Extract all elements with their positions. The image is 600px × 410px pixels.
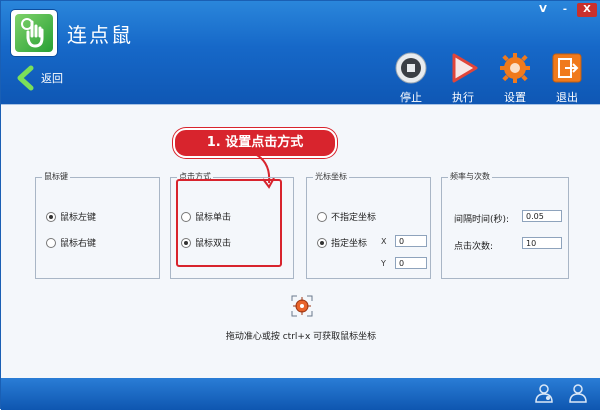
radio-left-button[interactable]: 鼠标左键 xyxy=(46,210,96,223)
main-panel: 1. 设置点击方式 鼠标键 鼠标左键 鼠标右键 点击方式 鼠标单击 鼠标双击 光… xyxy=(1,104,600,379)
radio-icon xyxy=(317,237,327,248)
footer-bar xyxy=(1,378,600,410)
header-bar: 连点鼠 V - X 返回 停止 执行 设置 退出 xyxy=(1,1,600,104)
frequency-group: 频率与次数 间隔时间(秒): 0.05 点击次数: 10 xyxy=(441,171,569,279)
hint-text: 拖动准心或按 ctrl+x 可获取鼠标坐标 xyxy=(225,332,377,342)
toolbar: 停止 执行 设置 退出 xyxy=(385,51,593,105)
back-arrow-icon xyxy=(17,65,34,91)
run-label: 执行 xyxy=(452,91,474,104)
count-label: 点击次数: xyxy=(454,242,494,252)
group-title: 鼠标键 xyxy=(42,171,70,182)
app-logo xyxy=(11,10,57,56)
play-icon xyxy=(446,51,480,85)
settings-label: 设置 xyxy=(504,91,526,104)
radio-right-button[interactable]: 鼠标右键 xyxy=(46,236,96,249)
annotation-highlight-box xyxy=(176,179,282,267)
exit-label: 退出 xyxy=(556,91,578,104)
cursor-coords-group: 光标坐标 不指定坐标 指定坐标 X 0 Y 0 xyxy=(306,171,431,279)
back-button[interactable]: 返回 xyxy=(15,65,63,91)
chevron-down-button[interactable]: V xyxy=(533,3,553,17)
back-label: 返回 xyxy=(41,72,63,85)
exit-button[interactable]: 退出 xyxy=(541,51,593,105)
radio-set-coords[interactable]: 指定坐标 xyxy=(317,236,367,249)
minimize-button[interactable]: - xyxy=(555,3,575,17)
crosshair-icon[interactable] xyxy=(291,295,313,317)
exit-icon xyxy=(550,51,584,85)
settings-button[interactable]: 设置 xyxy=(489,51,541,105)
radio-label: 鼠标左键 xyxy=(60,213,97,223)
mouse-button-group: 鼠标键 鼠标左键 鼠标右键 xyxy=(35,171,160,279)
group-title: 光标坐标 xyxy=(313,171,349,182)
y-coord-input[interactable]: 0 xyxy=(395,257,427,269)
stop-button[interactable]: 停止 xyxy=(385,51,437,105)
radio-icon xyxy=(317,211,327,222)
x-coord-input[interactable]: 0 xyxy=(395,235,427,247)
group-title: 频率与次数 xyxy=(448,171,492,182)
hand-cursor-icon xyxy=(15,14,53,52)
x-axis-label: X xyxy=(381,237,387,246)
user-icon[interactable] xyxy=(534,383,554,403)
app-window: 连点鼠 V - X 返回 停止 执行 设置 退出 1. 设置点击方式 鼠标键 鼠… xyxy=(0,0,600,410)
stop-icon xyxy=(394,51,428,85)
account-icon[interactable] xyxy=(568,383,588,403)
gear-icon xyxy=(498,51,532,85)
window-controls: V - X xyxy=(533,3,597,17)
interval-label: 间隔时间(秒): xyxy=(454,215,510,225)
radio-no-coords[interactable]: 不指定坐标 xyxy=(317,210,376,223)
radio-icon xyxy=(46,211,56,222)
close-button[interactable]: X xyxy=(577,3,597,17)
app-title: 连点鼠 xyxy=(67,23,133,47)
count-input[interactable]: 10 xyxy=(522,237,562,249)
radio-label: 鼠标右键 xyxy=(60,239,97,249)
radio-icon xyxy=(46,237,56,248)
radio-label: 不指定坐标 xyxy=(331,213,377,223)
y-axis-label: Y xyxy=(381,259,386,268)
radio-label: 指定坐标 xyxy=(331,239,368,249)
run-button[interactable]: 执行 xyxy=(437,51,489,105)
interval-input[interactable]: 0.05 xyxy=(522,210,562,222)
stop-label: 停止 xyxy=(400,91,422,104)
